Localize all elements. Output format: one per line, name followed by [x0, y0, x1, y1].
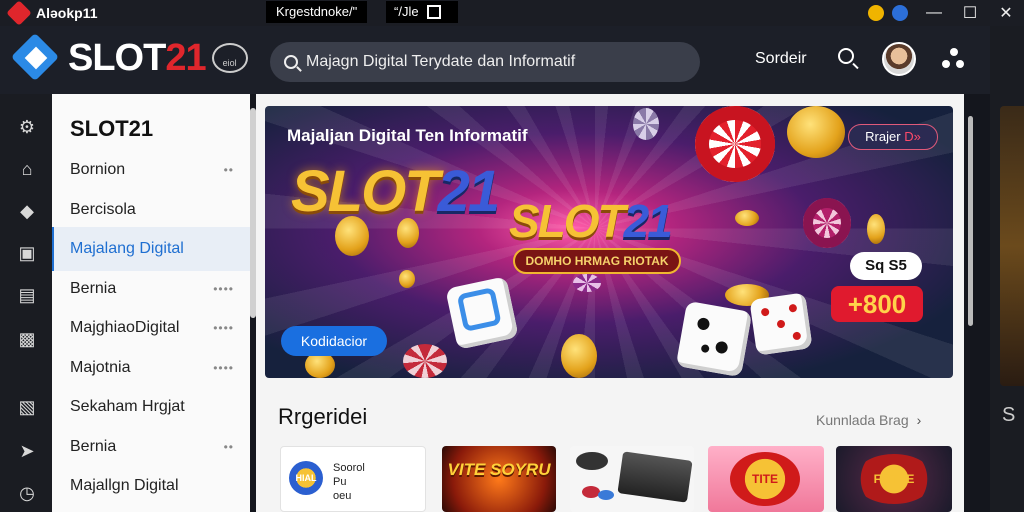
- sidebar-title: SLOT21: [70, 116, 154, 141]
- close-button[interactable]: ✕: [988, 0, 1024, 26]
- game-card[interactable]: HIAL Soorol Pu oeu: [280, 446, 426, 512]
- banner-ribbon: DOMHO HRMAG RIOTAK: [513, 248, 681, 274]
- logo-text: SLOT21: [68, 36, 207, 79]
- card-logo: HIAL: [289, 461, 323, 495]
- document-icon[interactable]: ▤: [16, 284, 38, 306]
- card-title: FOTRE: [854, 454, 934, 504]
- clipboard-icon[interactable]: ▩: [16, 328, 38, 350]
- send-icon[interactable]: ➤: [16, 440, 38, 462]
- card-title: Soorol: [333, 462, 365, 474]
- sidebar-item-label: Sekaham Hrgjat: [70, 398, 185, 415]
- side-letter: S: [1002, 404, 1016, 426]
- search-icon: [284, 55, 298, 69]
- sidebar-item-label: MajghiaoDigital: [70, 319, 180, 336]
- sidebar-item-label: Majotnia: [70, 358, 131, 376]
- sidebar-item[interactable]: Bernia ••••: [52, 267, 250, 311]
- game-card[interactable]: [570, 446, 694, 512]
- more-icon[interactable]: ••••: [213, 267, 234, 311]
- app-icon: [6, 0, 32, 26]
- clock-icon[interactable]: ◷: [16, 482, 38, 504]
- banner-label: Sq S5: [850, 252, 922, 280]
- hero-banner[interactable]: Majaljan Digital Ten Informatif SLOT21 S…: [265, 106, 953, 378]
- card-subtitle: Pu: [333, 476, 347, 488]
- sidebar-item-label: Majalang Digital: [70, 240, 184, 257]
- sidebar-item[interactable]: Bercisola: [52, 188, 250, 232]
- banner-logo-large: SLOT21: [291, 159, 500, 224]
- main-scrollbar[interactable]: [968, 116, 973, 326]
- sidebar-item-label: Bornion: [70, 161, 126, 178]
- sidebar-item-label: Majallgn Digital: [70, 477, 179, 494]
- search-input[interactable]: [306, 53, 686, 71]
- main-content: Majaljan Digital Ten Informatif SLOT21 S…: [256, 94, 964, 512]
- card-title: TITE: [730, 452, 800, 506]
- inbox-icon[interactable]: ▣: [16, 242, 38, 264]
- site-logo[interactable]: SLOT21 eiol: [10, 32, 248, 82]
- banner-logo-center: SLOT21: [509, 195, 673, 247]
- book-icon[interactable]: ▧: [16, 396, 38, 418]
- logo-badge: eiol: [211, 43, 248, 73]
- more-icon[interactable]: ••: [224, 425, 234, 469]
- search-bar[interactable]: [270, 42, 700, 82]
- share-icon[interactable]: [942, 48, 964, 70]
- home-icon[interactable]: ⌂: [16, 158, 38, 180]
- minimize-button[interactable]: —: [916, 0, 952, 26]
- sidebar-item-label: Bercisola: [70, 200, 136, 218]
- sidebar-item[interactable]: Bernia ••: [52, 425, 250, 469]
- sidebar-item[interactable]: MajghiaoDigital ••••: [52, 306, 250, 350]
- banner-cta-button[interactable]: Kodidacior: [281, 326, 387, 356]
- sidebar-item-label: Bernia: [70, 279, 117, 297]
- icon-rail: ⚙ ⌂ ◆ ▣ ▤ ▩ ▧ ➤ ◷: [0, 94, 52, 512]
- avatar[interactable]: [882, 42, 916, 76]
- window-tab-secondary-label: “/Jle: [394, 4, 419, 19]
- card-title: VITE SOYRU: [447, 460, 551, 479]
- more-icon[interactable]: ••: [224, 148, 234, 192]
- sidebar-item[interactable]: Sekaham Hrgjat: [52, 385, 250, 429]
- section-title: Rrgeridei: [278, 404, 368, 429]
- square-icon: [426, 5, 441, 19]
- gear-icon[interactable]: ⚙: [16, 116, 38, 138]
- more-icon[interactable]: ••••: [213, 306, 234, 350]
- banner-tagline: Majaljan Digital Ten Informatif: [287, 126, 528, 145]
- sidebar-item[interactable]: Majallgn Digital: [52, 464, 250, 508]
- notification-icon[interactable]: [868, 5, 884, 21]
- sidebar-item[interactable]: Majalang Digital: [52, 227, 250, 271]
- title-bar: Aləokp11 Krgestdnoke/" “/Jle — ☐ ✕: [0, 0, 1024, 26]
- search-icon[interactable]: [838, 48, 860, 70]
- game-card[interactable]: FOTRE: [836, 446, 952, 512]
- info-icon[interactable]: [892, 5, 908, 21]
- banner-pill-button[interactable]: Rrajer D»: [848, 124, 938, 150]
- more-icon[interactable]: ••••: [213, 346, 234, 390]
- sidebar-item[interactable]: Bornion ••: [52, 148, 250, 192]
- game-card[interactable]: VITE SOYRU: [442, 446, 556, 512]
- window-tab-secondary[interactable]: “/Jle: [386, 1, 458, 23]
- sidebar: SLOT21 Bornion •• Bercisola Majalang Digita…: [52, 94, 250, 512]
- side-image: [1000, 106, 1024, 386]
- sidebar-item[interactable]: Majotnia ••••: [52, 346, 250, 390]
- section-link[interactable]: Kunnlada Brag ›: [816, 412, 921, 428]
- shield-icon[interactable]: ◆: [16, 200, 38, 222]
- header-link[interactable]: Sordeir: [755, 50, 807, 68]
- game-card[interactable]: TITE: [708, 446, 824, 512]
- card-meta: oeu: [333, 490, 352, 502]
- app-title: Aləokp11: [6, 0, 98, 26]
- maximize-button[interactable]: ☐: [952, 0, 988, 26]
- right-panel: S: [990, 26, 1024, 512]
- app-name: Aləokp11: [36, 5, 98, 21]
- chevron-right-icon: ›: [916, 412, 922, 428]
- site-header: SLOT21 eiol Sordeir: [0, 26, 990, 94]
- window-tab[interactable]: Krgestdnoke/": [266, 1, 368, 23]
- logo-icon: [10, 32, 60, 82]
- sidebar-item-label: Bernia: [70, 437, 117, 455]
- banner-amount: +800: [831, 286, 923, 322]
